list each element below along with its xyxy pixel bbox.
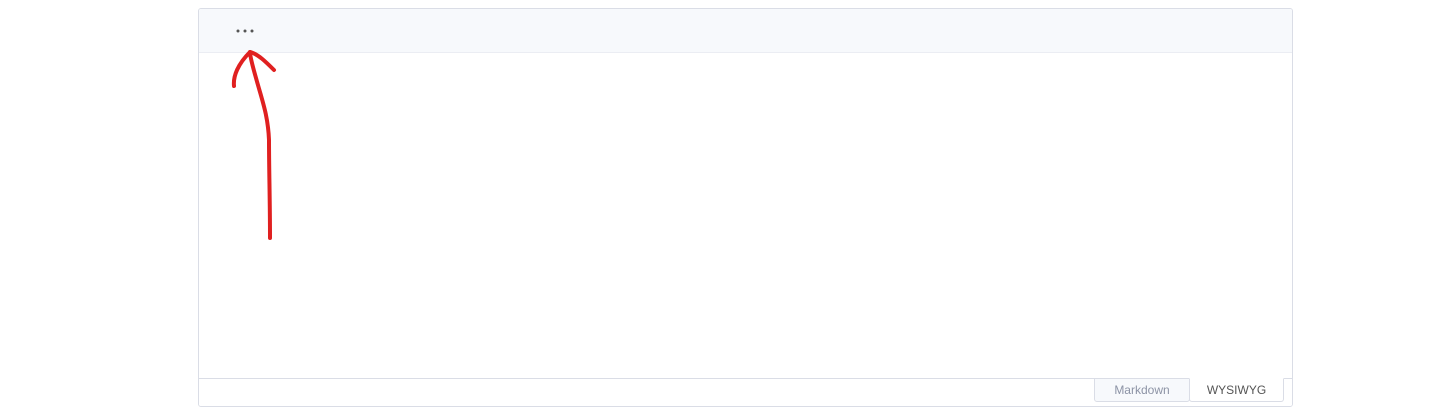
wysiwyg-tab[interactable]: WYSIWYG <box>1189 378 1284 402</box>
editor-toolbar <box>199 9 1292 53</box>
markdown-tab[interactable]: Markdown <box>1094 378 1190 402</box>
more-button[interactable] <box>229 17 261 45</box>
editor: Markdown WYSIWYG <box>198 8 1293 407</box>
ellipsis-icon <box>236 29 254 33</box>
mode-switch-bar: Markdown WYSIWYG <box>199 378 1292 406</box>
editor-content-area[interactable] <box>199 53 1292 378</box>
